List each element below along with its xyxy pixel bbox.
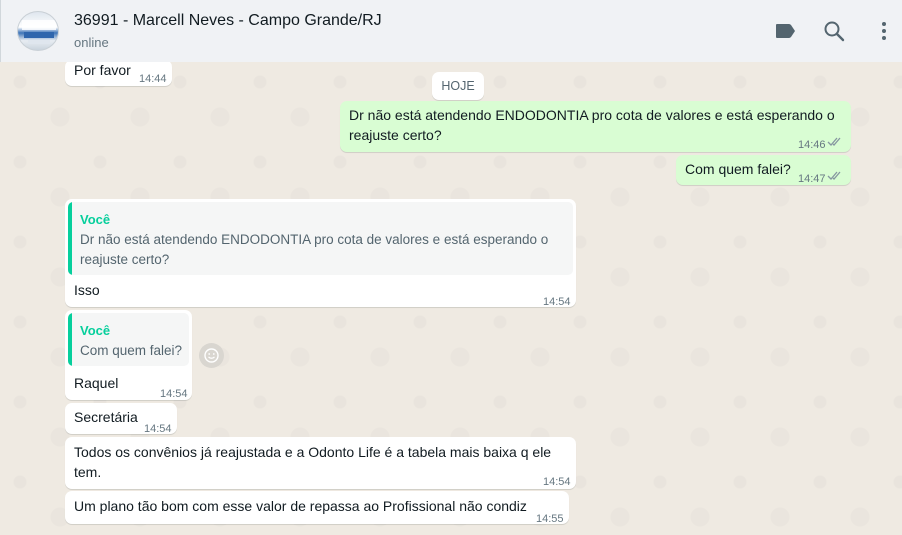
contact-avatar[interactable] bbox=[17, 11, 59, 51]
message-time: 14:44 bbox=[139, 73, 167, 85]
message-text: Isso bbox=[74, 282, 100, 298]
message-text: Por favor bbox=[74, 62, 131, 78]
message-time: 14:55 bbox=[536, 513, 564, 525]
double-check-icon bbox=[827, 137, 841, 146]
quote-author: Você bbox=[80, 212, 111, 227]
message-text-line2: tem. bbox=[74, 464, 102, 480]
message-text: Secretária bbox=[74, 409, 138, 425]
quote-accent-bar bbox=[68, 313, 72, 366]
date-separator: HOJE bbox=[432, 72, 484, 100]
message-text-line1: Todos os convênios já reajustada e a Odo… bbox=[74, 444, 552, 460]
quote-text-line2: reajuste certo? bbox=[80, 252, 170, 267]
message-time: 14:54 bbox=[543, 476, 571, 488]
reaction-button[interactable] bbox=[199, 343, 224, 368]
message-bubble-incoming[interactable]: Você Com quem falei? Raquel 14:54 bbox=[65, 310, 192, 400]
message-text: Com quem falei? bbox=[685, 161, 791, 177]
quote-text-line1: Dr não está atendendo ENDODONTIA pro cot… bbox=[80, 232, 549, 247]
message-bubble-incoming[interactable]: Por favor 14:44 bbox=[65, 62, 172, 86]
quote-text: Com quem falei? bbox=[80, 343, 183, 358]
message-list[interactable]: Por favor 14:44 HOJE Dr não está atenden… bbox=[0, 62, 902, 535]
emoji-icon bbox=[204, 348, 219, 363]
quote-accent-bar bbox=[68, 202, 72, 275]
contact-status: online bbox=[74, 35, 109, 50]
message-text: Um plano tão bom com esse valor de repas… bbox=[74, 498, 527, 514]
quoted-message[interactable]: Você Com quem falei? bbox=[68, 313, 189, 366]
quote-author: Você bbox=[80, 323, 111, 338]
chat-header: 36991 - Marcell Neves - Campo Grande/RJ … bbox=[0, 0, 902, 62]
double-check-icon bbox=[827, 171, 841, 180]
search-icon[interactable] bbox=[822, 19, 846, 43]
label-icon[interactable] bbox=[773, 19, 797, 43]
message-text: Raquel bbox=[74, 375, 119, 391]
message-time: 14:54 bbox=[543, 296, 571, 308]
message-bubble-incoming[interactable]: Você Dr não está atendendo ENDODONTIA pr… bbox=[65, 199, 576, 308]
contact-name[interactable]: 36991 - Marcell Neves - Campo Grande/RJ bbox=[74, 12, 382, 30]
message-bubble-incoming[interactable]: Todos os convênios já reajustada e a Odo… bbox=[65, 437, 576, 489]
message-bubble-outgoing[interactable]: Dr não está atendendo ENDODONTIA pro cot… bbox=[340, 101, 851, 152]
message-text-line2: reajuste certo? bbox=[349, 127, 442, 143]
menu-icon[interactable] bbox=[872, 19, 896, 43]
quoted-message[interactable]: Você Dr não está atendendo ENDODONTIA pr… bbox=[68, 202, 573, 275]
message-time: 14:46 bbox=[798, 139, 826, 151]
message-bubble-incoming[interactable]: Um plano tão bom com esse valor de repas… bbox=[65, 491, 569, 525]
message-text-line1: Dr não está atendendo ENDODONTIA pro cot… bbox=[349, 107, 835, 123]
message-bubble-outgoing[interactable]: Com quem falei? 14:47 bbox=[676, 155, 851, 185]
message-time: 14:54 bbox=[160, 388, 188, 400]
message-bubble-incoming[interactable]: Secretária 14:54 bbox=[65, 403, 177, 435]
message-time: 14:47 bbox=[798, 173, 826, 185]
